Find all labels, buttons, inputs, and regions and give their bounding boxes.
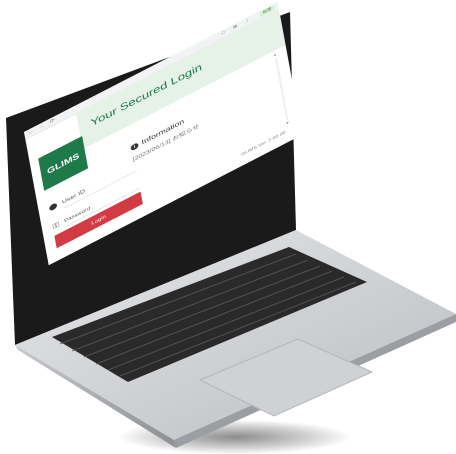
key-icon: ⚿ bbox=[52, 220, 60, 231]
user-icon bbox=[48, 202, 58, 212]
info-icon: i bbox=[130, 141, 139, 152]
scroll-down-icon[interactable]: ▼ bbox=[285, 120, 290, 126]
scrollbar[interactable] bbox=[275, 57, 289, 121]
glims-logo: GLIMS bbox=[38, 136, 89, 191]
